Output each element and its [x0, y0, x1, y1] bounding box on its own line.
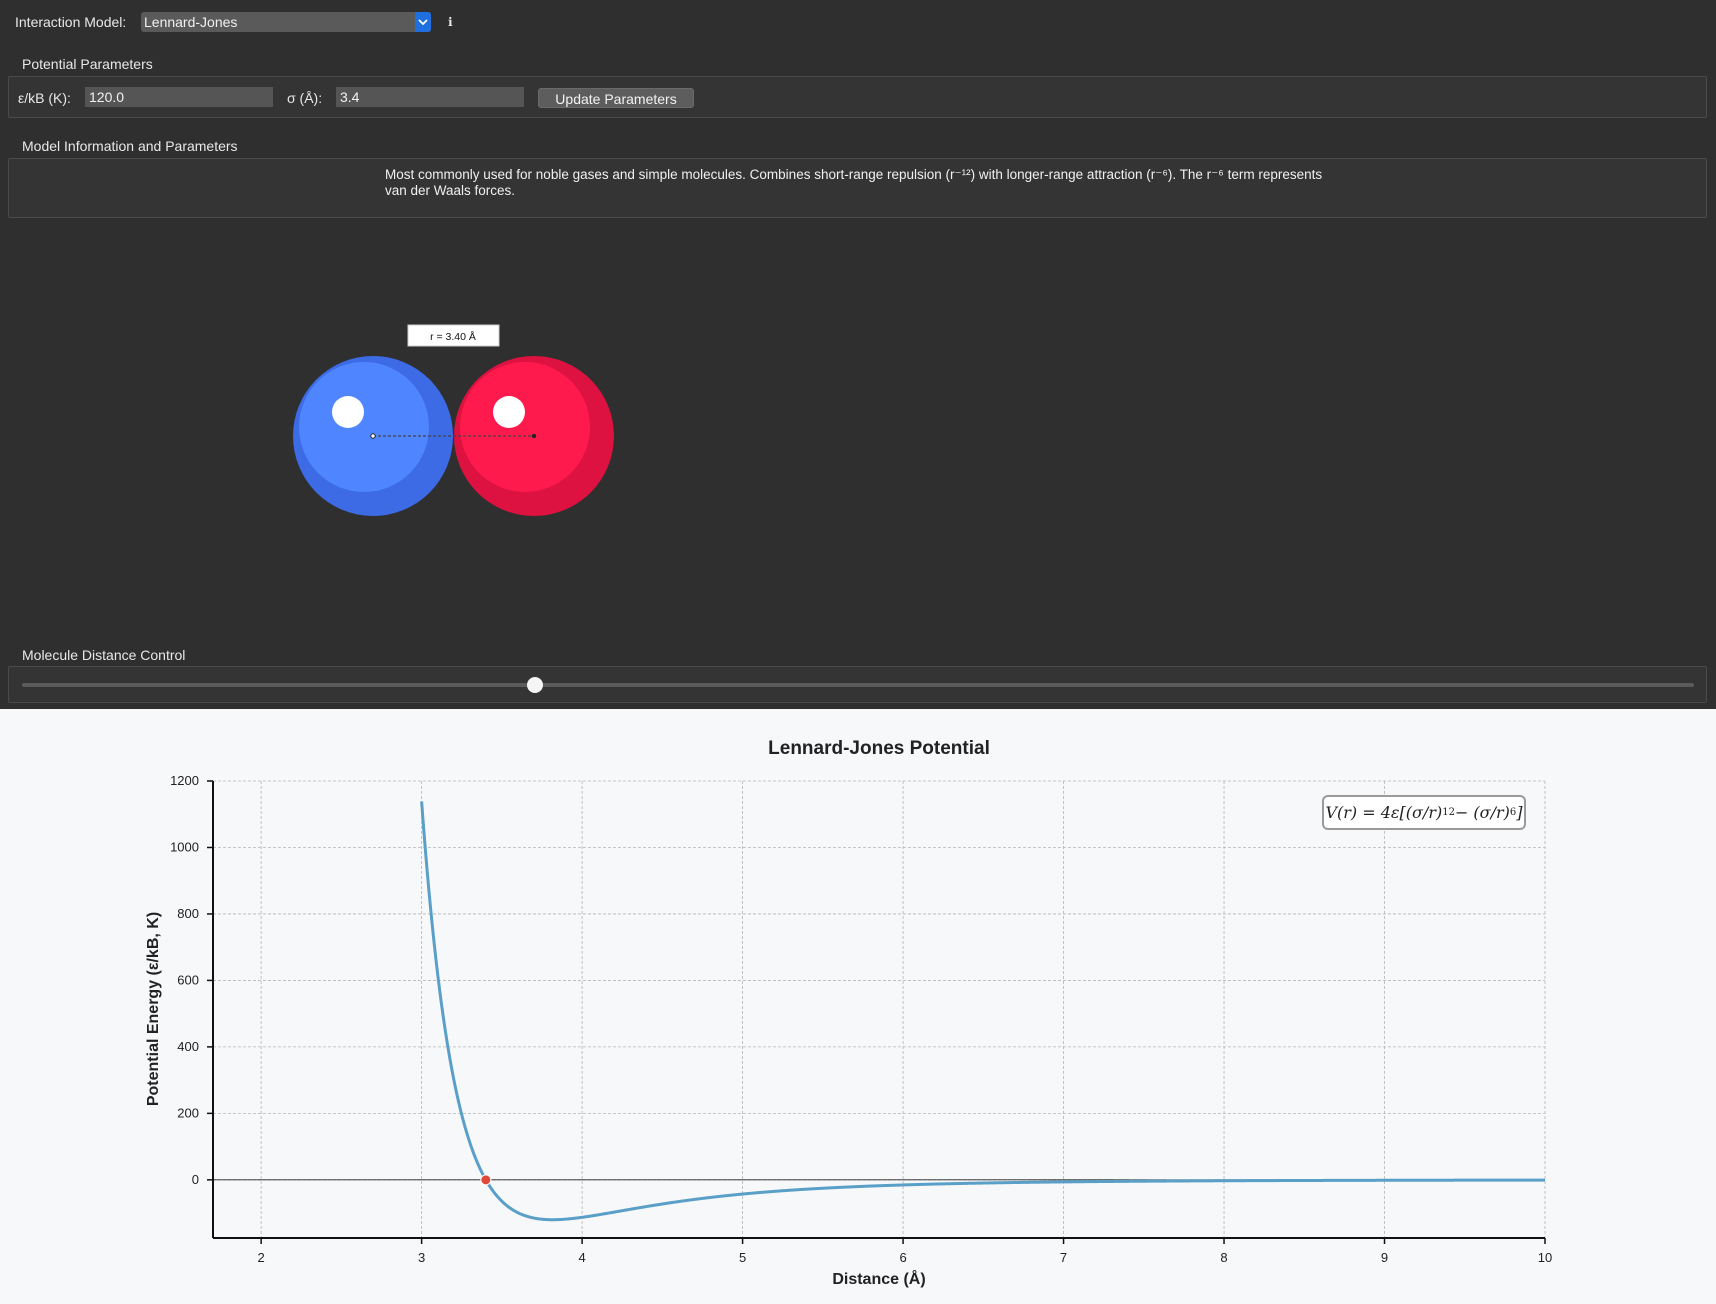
- interaction-model-value: Lennard-Jones: [144, 14, 238, 30]
- x-tick-label: 7: [1060, 1250, 1067, 1265]
- chart-ticks: 2 3 4 5 6 7 8 9 10 0 200 400 600 800 1000 1200: [170, 773, 1552, 1265]
- x-tick-label: 2: [258, 1250, 265, 1265]
- epsilon-input[interactable]: 120.0: [85, 87, 273, 107]
- distance-slider-track[interactable]: [22, 683, 1694, 687]
- distance-label: r = 3.40 Å: [430, 330, 476, 343]
- molecule-visualization: r = 3.40 Å: [293, 324, 614, 516]
- chevron-down-icon[interactable]: [415, 12, 431, 32]
- update-parameters-button[interactable]: Update Parameters: [538, 88, 694, 108]
- y-tick-label: 0: [192, 1172, 199, 1187]
- formula-suffix: ]: [1516, 803, 1523, 822]
- formula-middle: − (σ/r): [1454, 803, 1510, 822]
- formula-box: V(r) = 4ε[(σ/r) 12 − (σ/r) 6]: [1322, 795, 1526, 830]
- y-tick-label: 200: [177, 1105, 199, 1120]
- interaction-model-select[interactable]: Lennard-Jones: [141, 12, 431, 32]
- distance-control-title: Molecule Distance Control: [22, 647, 186, 663]
- center-marker-b: [531, 433, 537, 439]
- center-marker-a: [370, 433, 376, 439]
- potential-parameters-box: ε/kB (K): 120.0 σ (Å): 3.4 Update Parame…: [8, 76, 1707, 118]
- formula-prefix: V(r) = 4ε[(σ/r): [1325, 803, 1443, 822]
- simulation-panel: Interaction Model: Lennard-Jones ℹ Poten…: [0, 0, 1716, 709]
- x-tick-label: 10: [1538, 1250, 1552, 1265]
- potential-parameters-title: Potential Parameters: [22, 56, 153, 72]
- epsilon-label: ε/kB (K):: [18, 90, 71, 106]
- model-description: Most commonly used for noble gases and s…: [385, 167, 1345, 199]
- interaction-model-label: Interaction Model:: [15, 14, 127, 30]
- x-tick-label: 5: [739, 1250, 746, 1265]
- x-tick-label: 9: [1381, 1250, 1388, 1265]
- chart-title: Lennard-Jones Potential: [768, 738, 990, 759]
- y-axis-label: Potential Energy (ε/kB, K): [145, 912, 162, 1106]
- x-axis-label: Distance (Å): [832, 1269, 925, 1288]
- model-information-title: Model Information and Parameters: [22, 138, 238, 154]
- chart-grid: [213, 780, 1546, 1238]
- current-distance-marker: [480, 1174, 492, 1186]
- y-tick-label: 1000: [170, 839, 199, 854]
- model-row: Interaction Model:: [15, 12, 126, 32]
- info-icon[interactable]: ℹ: [448, 15, 453, 29]
- sigma-input[interactable]: 3.4: [336, 87, 524, 107]
- x-tick-label: 3: [418, 1250, 425, 1265]
- y-tick-label: 800: [177, 906, 199, 921]
- model-description-line-2: van der Waals forces.: [385, 183, 516, 198]
- sigma-label: σ (Å):: [287, 90, 323, 106]
- x-tick-label: 8: [1220, 1250, 1227, 1265]
- formula-exponent-12: 12: [1442, 807, 1455, 818]
- y-tick-label: 400: [177, 1039, 199, 1054]
- x-tick-label: 6: [899, 1250, 906, 1265]
- potential-curve: [420, 801, 1545, 1222]
- x-tick-label: 4: [578, 1250, 585, 1265]
- y-tick-label: 1200: [170, 773, 199, 788]
- y-tick-label: 600: [177, 972, 199, 987]
- model-description-line-1: Most commonly used for noble gases and s…: [385, 167, 1323, 182]
